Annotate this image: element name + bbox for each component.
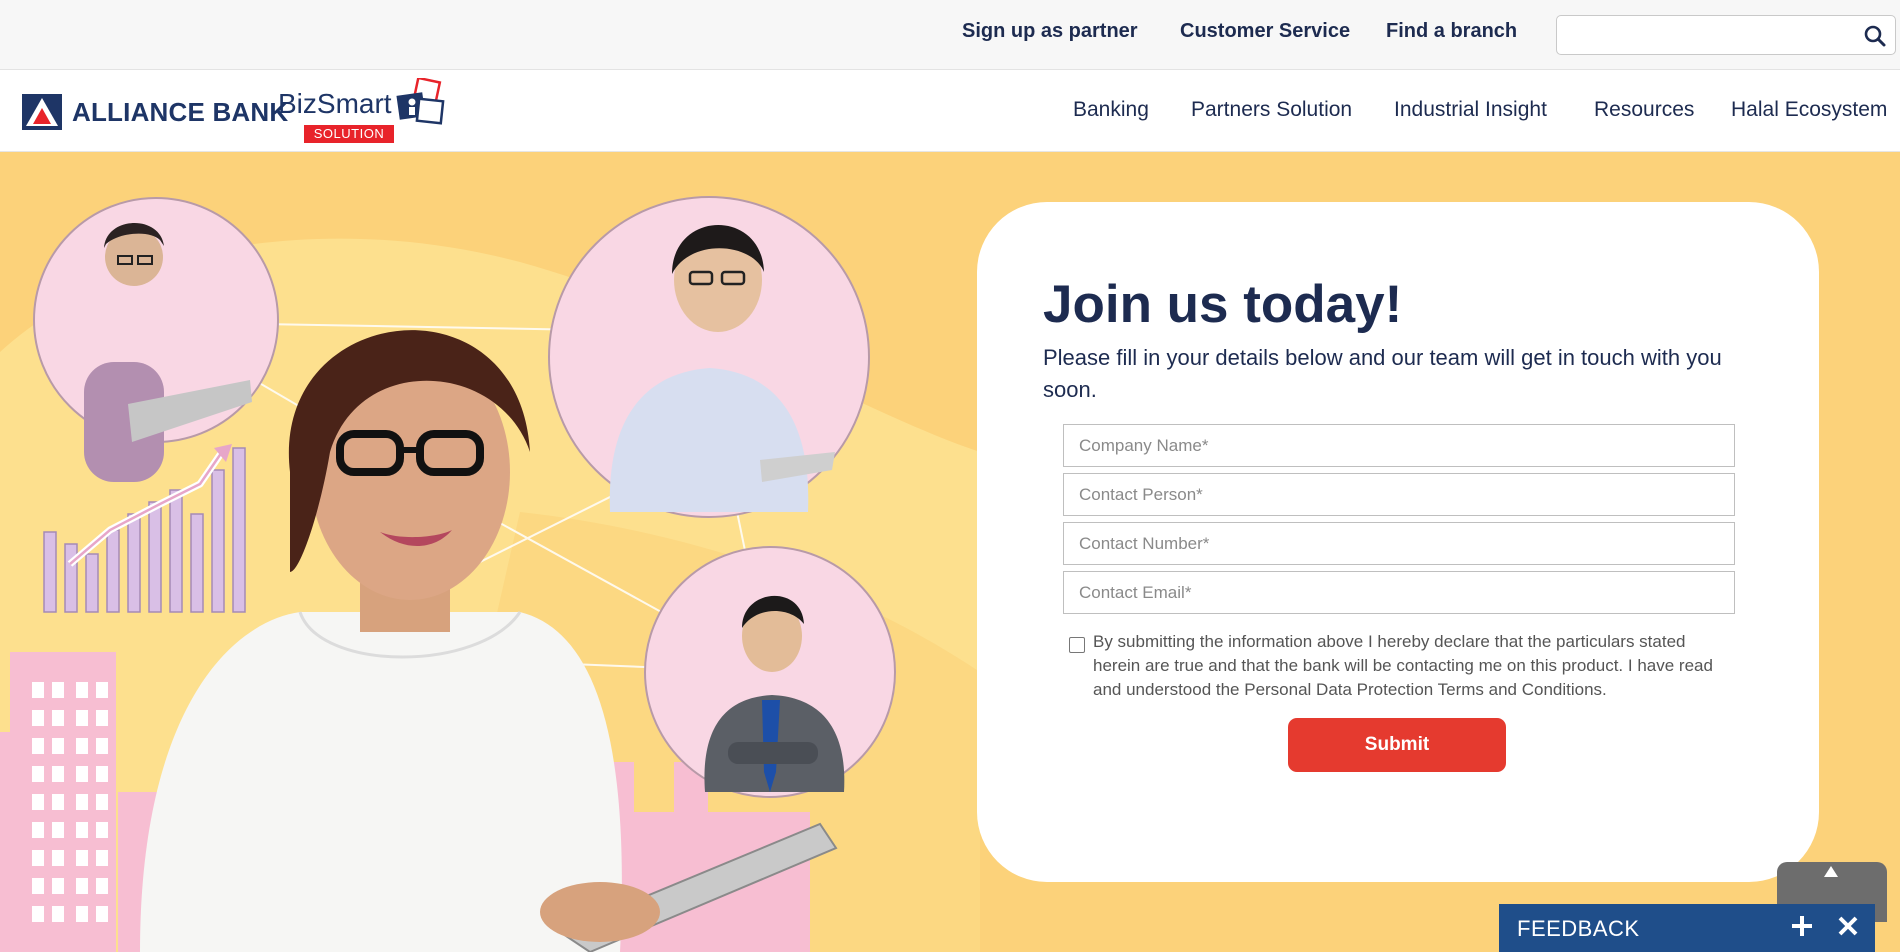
join-form-card: Join us today! Please fill in your detai… bbox=[977, 202, 1819, 882]
utility-bar: Sign up as partner Customer Service Find… bbox=[0, 0, 1900, 70]
plus-icon[interactable] bbox=[1789, 913, 1815, 939]
contact-number-input[interactable] bbox=[1064, 523, 1734, 564]
company-name-input[interactable] bbox=[1064, 425, 1734, 466]
search-icon[interactable] bbox=[1863, 24, 1887, 48]
form-title: Join us today! bbox=[1043, 275, 1403, 334]
contact-person-input[interactable] bbox=[1064, 474, 1734, 515]
consent-checkbox[interactable] bbox=[1069, 637, 1085, 653]
contact-email-input[interactable] bbox=[1064, 572, 1734, 613]
submit-button[interactable]: Submit bbox=[1288, 718, 1506, 772]
company-name-field bbox=[1063, 424, 1735, 467]
alliance-bank-emblem-icon bbox=[22, 94, 62, 130]
nav-banking[interactable]: Banking bbox=[1073, 98, 1149, 122]
contact-person-field bbox=[1063, 473, 1735, 516]
consent-text: By submitting the information above I he… bbox=[1093, 632, 1713, 699]
contact-number-field bbox=[1063, 522, 1735, 565]
nav-industrial-insight[interactable]: Industrial Insight bbox=[1394, 98, 1547, 122]
search-input[interactable] bbox=[1569, 17, 1859, 53]
close-icon[interactable] bbox=[1835, 913, 1861, 939]
form-subtitle: Please fill in your details below and ou… bbox=[1043, 345, 1722, 402]
nav-halal-ecosystem[interactable]: Halal Ecosystem bbox=[1731, 98, 1887, 122]
bank-name: ALLIANCE BANK bbox=[72, 96, 289, 127]
contact-email-field bbox=[1063, 571, 1735, 614]
main-navigation: ALLIANCE BANK BizSmart SOLUTION Banking … bbox=[0, 70, 1900, 152]
feedback-bar: FEEDBACK bbox=[1499, 904, 1875, 952]
customer-service-link[interactable]: Customer Service bbox=[1180, 20, 1350, 43]
alliance-bank-logo[interactable]: ALLIANCE BANK bbox=[22, 92, 288, 132]
bizsmart-wordmark: BizSmart bbox=[278, 88, 392, 119]
bizsmart-solution-tag: SOLUTION bbox=[304, 125, 394, 143]
sign-up-partner-link[interactable]: Sign up as partner bbox=[962, 20, 1138, 43]
puzzle-icon bbox=[396, 78, 445, 125]
bizsmart-logo[interactable]: BizSmart SOLUTION bbox=[278, 78, 458, 144]
feedback-label[interactable]: FEEDBACK bbox=[1517, 916, 1640, 942]
nav-partners-solution[interactable]: Partners Solution bbox=[1191, 98, 1352, 122]
search-box bbox=[1556, 15, 1896, 55]
hero-illustration bbox=[0, 196, 980, 952]
nav-resources[interactable]: Resources bbox=[1594, 98, 1694, 122]
hero-section: Join us today! Please fill in your detai… bbox=[0, 152, 1900, 952]
arrow-up-icon bbox=[1824, 866, 1838, 877]
find-branch-link[interactable]: Find a branch bbox=[1386, 20, 1517, 43]
